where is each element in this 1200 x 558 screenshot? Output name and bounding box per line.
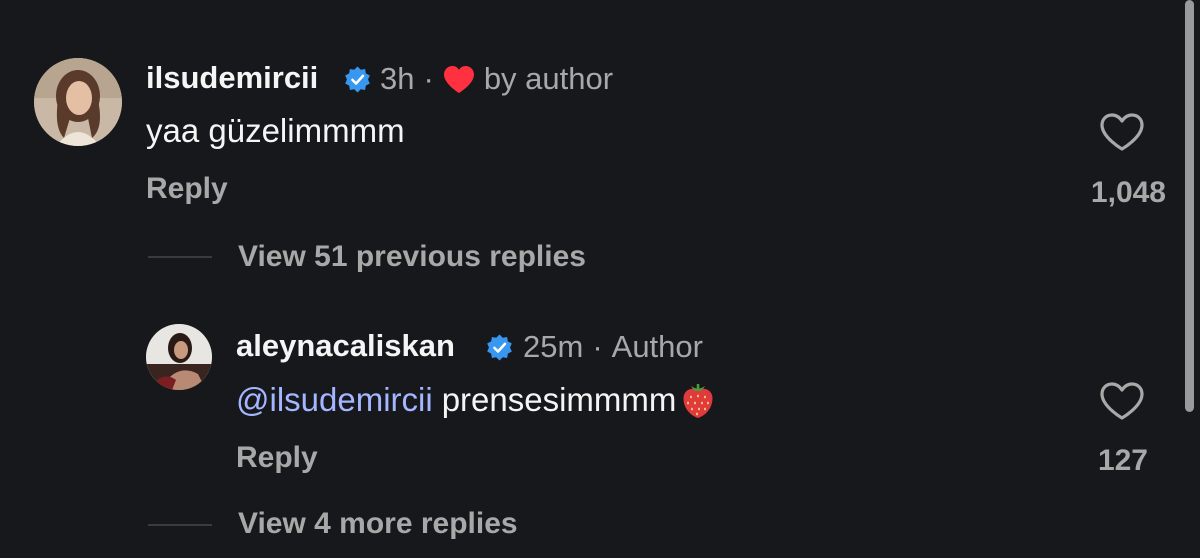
reply-button[interactable]: Reply <box>236 441 318 475</box>
reply-button[interactable]: Reply <box>146 172 228 206</box>
comment-username[interactable]: ilsudemircii <box>146 60 318 96</box>
heart-outline-icon[interactable] <box>1099 381 1145 421</box>
separator-dot: · <box>592 329 603 364</box>
separator-dot: · <box>423 61 434 96</box>
like-count: 127 <box>1097 444 1148 477</box>
view-more-replies-button[interactable]: View 4 more replies <box>238 507 518 541</box>
reply-text: @ilsudemircii prensesimmmm <box>236 380 718 420</box>
avatar-image <box>34 58 122 146</box>
verified-badge-icon <box>345 65 370 93</box>
thread-line <box>148 524 212 526</box>
comment-meta: 3h · by author <box>343 60 613 98</box>
strawberry-emoji <box>683 384 713 418</box>
heart-outline-icon[interactable] <box>1099 112 1145 152</box>
view-previous-replies-button[interactable]: View 51 previous replies <box>238 240 586 274</box>
red-heart-icon <box>443 65 474 93</box>
liked-by-author-label: by author <box>483 61 614 96</box>
scrollbar[interactable] <box>1185 0 1194 412</box>
like-count: 1,048 <box>1090 176 1166 209</box>
avatar[interactable] <box>34 58 122 146</box>
thread-line <box>148 256 212 258</box>
mention-link[interactable]: @ilsudemircii <box>236 381 433 419</box>
verified-badge-icon <box>487 333 512 361</box>
avatar-image <box>146 324 212 390</box>
strawberry-icon <box>678 380 718 420</box>
comments-panel: ilsudemircii 3h · by author yaa güzelimm… <box>0 0 1200 558</box>
reply-text-body: prensesimmmm <box>441 381 677 418</box>
avatar[interactable] <box>146 324 212 390</box>
reply-username[interactable]: aleynacaliskan <box>236 328 455 364</box>
reply-meta: 25m · Author <box>485 328 703 366</box>
reply-time: 25m <box>523 329 584 364</box>
comment-text: yaa güzelimmmm <box>146 112 405 149</box>
author-badge: Author <box>611 329 703 364</box>
comment-time: 3h <box>380 61 415 96</box>
